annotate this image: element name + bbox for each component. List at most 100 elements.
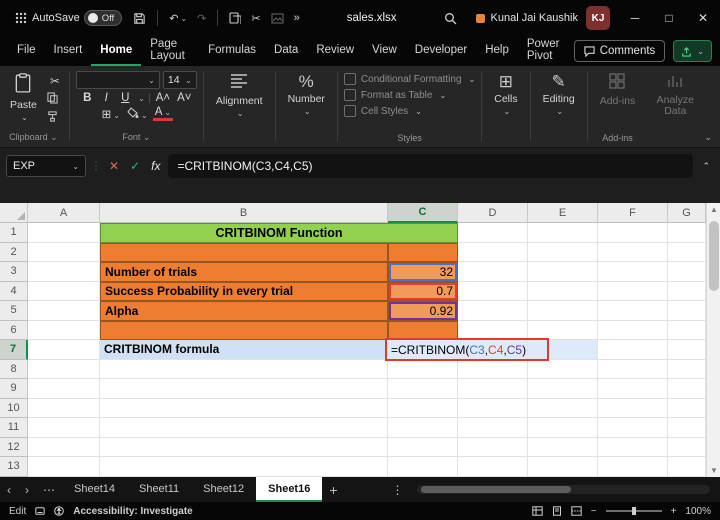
cell[interactable]	[598, 223, 668, 243]
cell[interactable]	[598, 379, 668, 399]
bold-button[interactable]: B	[79, 92, 95, 104]
cell[interactable]	[668, 340, 706, 360]
column-header-f[interactable]: F	[598, 203, 668, 223]
cell[interactable]	[598, 418, 668, 438]
collapse-ribbon-icon[interactable]: ⌄	[704, 132, 712, 143]
page-layout-view-icon[interactable]	[552, 506, 562, 516]
cell[interactable]	[668, 418, 706, 438]
cell[interactable]	[458, 418, 528, 438]
row-header[interactable]: 2	[0, 243, 28, 263]
tab-home[interactable]: Home	[91, 36, 141, 66]
cancel-icon[interactable]: ✕	[106, 159, 122, 173]
cell[interactable]	[598, 243, 668, 263]
overflow-icon[interactable]: »	[294, 12, 300, 24]
tab-page-layout[interactable]: Page Layout	[141, 36, 199, 66]
cell[interactable]	[100, 379, 388, 399]
cell[interactable]	[388, 438, 458, 458]
maximize-button[interactable]: □	[652, 0, 686, 36]
cell-styles-button[interactable]: Cell Styles⌄	[344, 105, 422, 117]
cell[interactable]	[100, 438, 388, 458]
cell[interactable]	[668, 243, 706, 263]
cell[interactable]	[598, 340, 668, 360]
cell[interactable]	[528, 243, 598, 263]
analyze-data-button[interactable]: Analyze Data	[649, 71, 701, 119]
cell[interactable]	[458, 360, 528, 380]
cell[interactable]	[458, 399, 528, 419]
zoom-slider-thumb[interactable]	[632, 507, 636, 515]
expand-formula-bar-icon[interactable]: ⌃	[698, 161, 714, 172]
row-header[interactable]: 1	[0, 223, 28, 243]
cell[interactable]	[668, 379, 706, 399]
cell[interactable]	[28, 418, 100, 438]
row-header[interactable]: 11	[0, 418, 28, 438]
vertical-scrollbar[interactable]: ▲ ▼	[706, 203, 720, 477]
cell[interactable]	[528, 282, 598, 302]
cell-label-alpha[interactable]: Alpha	[100, 301, 388, 321]
cut-icon[interactable]: ✂	[47, 74, 63, 88]
column-header-a[interactable]: A	[28, 203, 100, 223]
zoom-out-icon[interactable]: −	[591, 506, 597, 517]
column-header-g[interactable]: G	[668, 203, 706, 223]
addins-button[interactable]: Add-ins	[594, 71, 642, 109]
apps-grid-icon[interactable]	[15, 12, 27, 24]
tab-insert[interactable]: Insert	[45, 36, 92, 66]
cell[interactable]	[458, 223, 528, 243]
conditional-formatting-button[interactable]: Conditional Formatting⌄	[344, 73, 475, 85]
page-break-view-icon[interactable]	[571, 506, 582, 516]
tab-developer[interactable]: Developer	[406, 36, 476, 66]
cell[interactable]	[668, 262, 706, 282]
paste-button[interactable]: Paste ⌄	[4, 71, 43, 125]
row-header[interactable]: 8	[0, 360, 28, 380]
sheet-list-icon[interactable]: ⋯	[36, 483, 62, 497]
add-sheet-button[interactable]: +	[322, 482, 344, 498]
normal-view-icon[interactable]	[532, 506, 543, 516]
clipboard-group-label[interactable]: Clipboard ⌄	[9, 130, 58, 146]
cell-value-trials[interactable]: 32	[388, 262, 458, 282]
save-icon[interactable]	[133, 12, 146, 25]
format-painter-icon[interactable]	[47, 111, 63, 125]
column-header-e[interactable]: E	[528, 203, 598, 223]
row-header[interactable]: 13	[0, 457, 28, 477]
tab-review[interactable]: Review	[307, 36, 363, 66]
cell-value-alpha[interactable]: 0.92	[388, 301, 458, 321]
resize-handle-icon[interactable]: ⋮	[91, 161, 101, 172]
horizontal-scrollbar[interactable]	[417, 485, 710, 494]
editing-button[interactable]: ✎ Editing ⌄	[537, 71, 581, 118]
font-name-select[interactable]: ⌄	[76, 71, 160, 89]
sheet-tab-sheet16[interactable]: Sheet16	[256, 477, 322, 502]
search-icon[interactable]	[444, 12, 457, 25]
cell[interactable]	[458, 438, 528, 458]
user-name[interactable]: Kunal Jai Kaushik	[491, 12, 578, 24]
cell[interactable]	[388, 360, 458, 380]
column-header-b[interactable]: B	[100, 203, 388, 223]
row-header[interactable]: 3	[0, 262, 28, 282]
sheet-tab-sheet14[interactable]: Sheet14	[62, 477, 127, 502]
font-group-label[interactable]: Font ⌄	[122, 130, 150, 146]
borders-icon[interactable]: ⊞⌄	[100, 107, 122, 121]
document-title[interactable]: sales.xlsx	[347, 12, 397, 24]
cell[interactable]	[388, 418, 458, 438]
zoom-level[interactable]: 100%	[685, 506, 711, 517]
cell[interactable]	[388, 379, 458, 399]
select-all-corner[interactable]	[0, 203, 28, 223]
cell[interactable]	[100, 418, 388, 438]
accessibility-icon[interactable]	[54, 506, 64, 516]
sheet-nav-left-icon[interactable]: ‹	[0, 483, 18, 497]
cell[interactable]	[598, 438, 668, 458]
column-header-c[interactable]: C	[388, 203, 458, 223]
cell[interactable]	[528, 379, 598, 399]
cut-icon[interactable]: ✂	[251, 12, 260, 25]
zoom-in-icon[interactable]: +	[671, 506, 677, 517]
cell[interactable]	[28, 321, 100, 341]
row-header[interactable]: 9	[0, 379, 28, 399]
cell[interactable]	[528, 223, 598, 243]
avatar[interactable]: KJ	[586, 6, 610, 30]
cell[interactable]	[28, 438, 100, 458]
zoom-slider[interactable]	[606, 510, 662, 512]
cell[interactable]	[458, 457, 528, 477]
copy-document-icon[interactable]	[229, 12, 241, 25]
cell-label-probability[interactable]: Success Probability in every trial	[100, 282, 388, 302]
cell[interactable]	[668, 438, 706, 458]
tab-power-pivot[interactable]: Power Pivot	[518, 36, 574, 66]
macro-record-icon[interactable]	[35, 506, 45, 516]
